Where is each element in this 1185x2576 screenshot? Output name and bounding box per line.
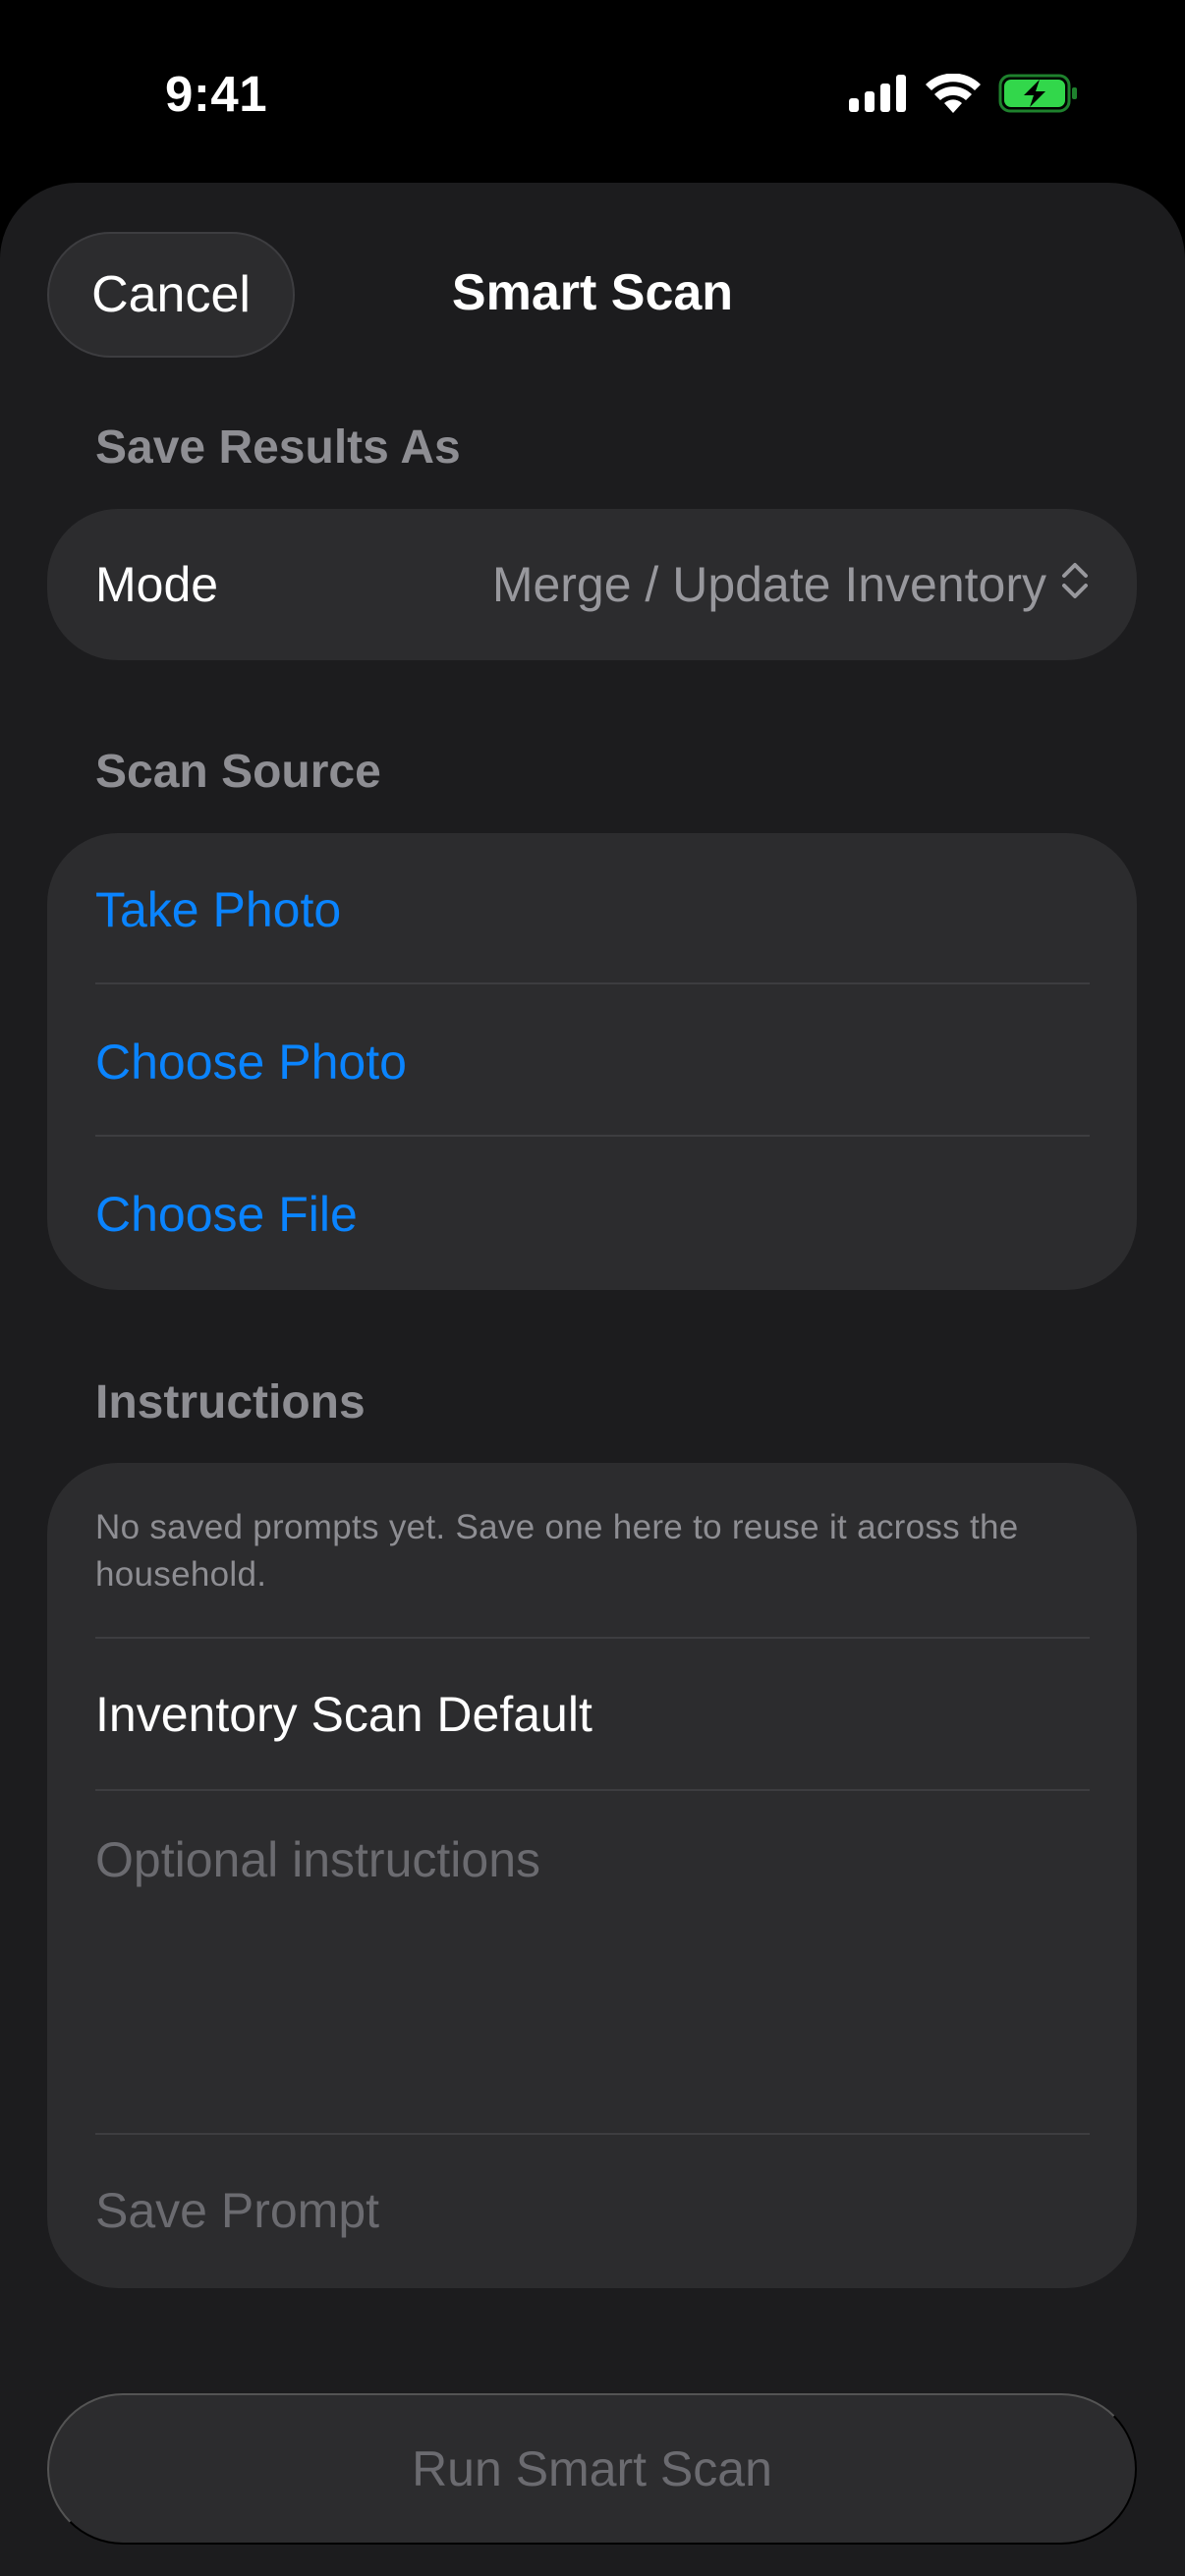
mode-card: Mode Merge / Update Inventory (47, 509, 1137, 660)
battery-charging-icon (998, 74, 1079, 118)
saved-prompt-item[interactable]: Inventory Scan Default (95, 1639, 1090, 1790)
mode-picker-row[interactable]: Mode Merge / Update Inventory (95, 509, 1090, 660)
save-prompt-button[interactable]: Save Prompt (95, 2135, 1090, 2286)
mode-value: Merge / Update Inventory (491, 557, 1046, 612)
take-photo-button[interactable]: Take Photo (95, 833, 1090, 985)
instructions-header: Instructions (95, 1376, 366, 1428)
run-smart-scan-button[interactable]: Run Smart Scan (47, 2393, 1137, 2545)
status-time: 9:41 (165, 66, 268, 122)
save-results-header: Save Results As (95, 421, 461, 474)
mode-picker[interactable]: Merge / Update Inventory (492, 556, 1090, 613)
divider (95, 982, 1090, 984)
chevron-up-down-icon (1060, 556, 1090, 613)
no-prompts-hint: No saved prompts yet. Save one here to r… (95, 1508, 1019, 1594)
scan-source-card: Take Photo Choose Photo Choose File (47, 833, 1137, 1290)
choose-photo-button[interactable]: Choose Photo (95, 985, 1090, 1138)
instructions-input[interactable]: Optional instructions (95, 1791, 1090, 1929)
scan-source-header: Scan Source (95, 746, 381, 798)
wifi-icon (926, 73, 981, 118)
cellular-signal-icon (849, 74, 908, 117)
choose-file-button[interactable]: Choose File (95, 1138, 1090, 1290)
page-title: Smart Scan (451, 264, 734, 321)
mode-label: Mode (95, 557, 219, 612)
status-icons (849, 73, 1079, 118)
instructions-card: No saved prompts yet. Save one here to r… (47, 1463, 1137, 2288)
status-bar: 9:41 (0, 0, 1185, 187)
divider (95, 1135, 1090, 1137)
